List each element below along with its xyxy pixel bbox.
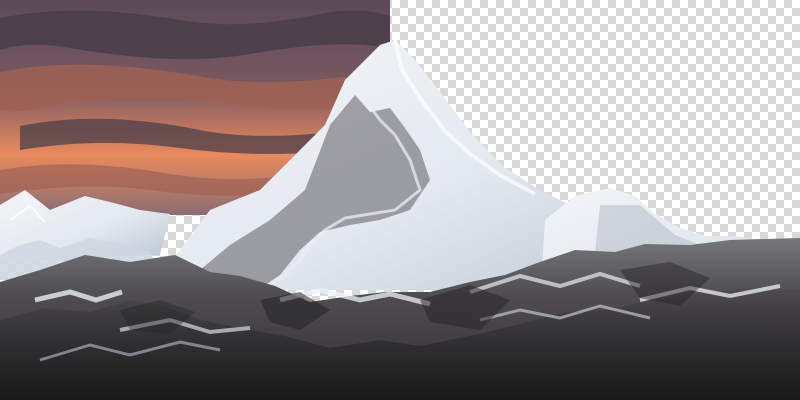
image-canvas — [0, 0, 800, 400]
mountain-scene — [0, 0, 800, 400]
